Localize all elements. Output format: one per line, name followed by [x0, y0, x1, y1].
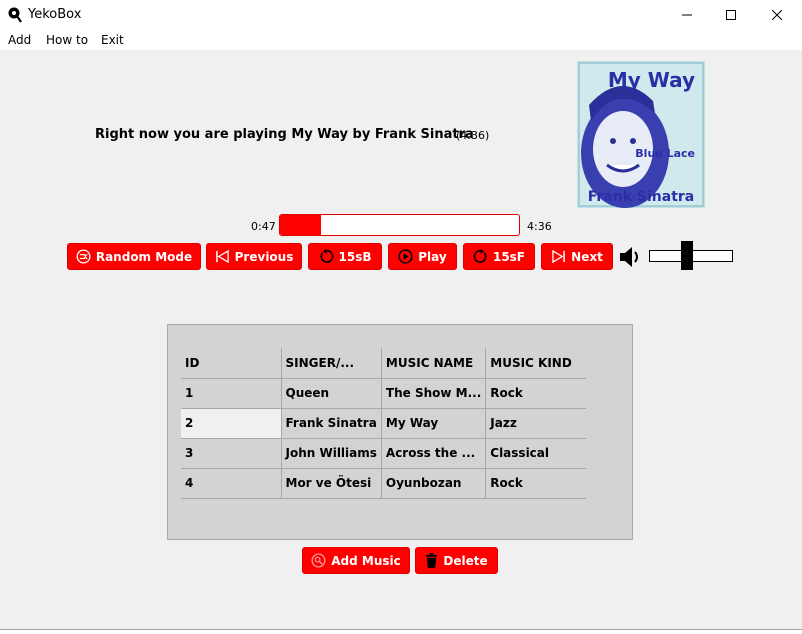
maximize-button[interactable] [708, 0, 754, 30]
minimize-icon [682, 14, 692, 16]
table-row[interactable]: 3 John Williams Across the ... Classical [181, 438, 586, 469]
play-icon [398, 249, 413, 264]
progress-bar[interactable] [279, 214, 520, 236]
current-time: 0:47 [251, 220, 276, 233]
table-cell-id-selected[interactable]: 2 [181, 408, 281, 439]
table-cell-singer[interactable]: Frank Sinatra [280, 408, 382, 439]
delete-label: Delete [443, 553, 488, 568]
menu-exit[interactable]: Exit [101, 33, 124, 47]
minimize-button[interactable] [664, 0, 710, 30]
table-row[interactable]: 2 Frank Sinatra My Way Jazz [181, 408, 586, 439]
skip-previous-icon [215, 250, 229, 263]
menu-add[interactable]: Add [8, 33, 31, 47]
table-cell-music-kind[interactable]: Jazz [485, 408, 586, 439]
random-mode-label: Random Mode [95, 249, 193, 264]
table-cell-music-name[interactable]: Across the ... [380, 438, 486, 469]
column-header-music-name[interactable]: MUSIC NAME [380, 348, 486, 379]
speaker-icon[interactable] [619, 245, 645, 269]
window-bottom-border [0, 629, 802, 630]
table-row[interactable]: 1 Queen The Show M... Rock [181, 378, 586, 409]
menu-how-to[interactable]: How to [46, 33, 88, 47]
next-button[interactable]: Next [541, 243, 613, 270]
close-icon [772, 10, 782, 20]
window-title: YekoBox [28, 7, 82, 22]
menu-bar: Add How to Exit [0, 30, 802, 50]
forward-15s-button[interactable]: 15sF [463, 243, 535, 270]
cover-artist: Frank Sinatra [588, 189, 695, 205]
table-cell-id[interactable]: 4 [181, 468, 281, 499]
table-cell-singer[interactable]: Mor ve Ötesi [280, 468, 382, 499]
forward-icon [473, 249, 487, 263]
previous-label: Previous [234, 249, 294, 264]
rewind-icon [320, 249, 333, 263]
add-music-icon [311, 553, 326, 568]
next-label: Next [571, 249, 603, 264]
total-time: 4:36 [527, 220, 552, 233]
table-cell-music-kind[interactable]: Classical [485, 438, 586, 469]
table-header-row: ID SINGER/... MUSIC NAME MUSIC KIND [181, 348, 586, 379]
table-cell-music-kind[interactable]: Rock [485, 378, 586, 409]
table-cell-music-name[interactable]: My Way [380, 408, 486, 439]
random-mode-button[interactable]: Random Mode [67, 243, 201, 270]
column-header-music-kind[interactable]: MUSIC KIND [485, 348, 586, 379]
previous-button[interactable]: Previous [206, 243, 302, 270]
album-cover: My Way Blue Lace Frank Sinatra [577, 61, 705, 208]
now-playing-duration: (4:36) [456, 129, 490, 142]
close-button[interactable] [754, 0, 800, 30]
table-cell-singer[interactable]: Queen [280, 378, 382, 409]
progress-fill [280, 215, 321, 235]
play-button[interactable]: Play [388, 243, 457, 270]
now-playing-text: Right now you are playing My Way by Fran… [95, 127, 474, 142]
column-header-singer[interactable]: SINGER/... [280, 348, 382, 379]
add-music-button[interactable]: Add Music [302, 547, 410, 574]
shuffle-icon [76, 249, 91, 264]
music-table: ID SINGER/... MUSIC NAME MUSIC KIND 1 Qu… [181, 348, 586, 499]
trash-icon [426, 553, 438, 568]
cover-subtitle: Blue Lace [635, 147, 695, 160]
table-cell-music-name[interactable]: Oyunbozan [380, 468, 486, 499]
play-label: Play [418, 249, 447, 264]
table-cell-music-kind[interactable]: Rock [485, 468, 586, 499]
delete-button[interactable]: Delete [415, 547, 498, 574]
rewind-15s-button[interactable]: 15sB [308, 243, 382, 270]
table-cell-singer[interactable]: John Williams [280, 438, 382, 469]
skip-next-icon [552, 250, 565, 263]
rewind-15s-label: 15sB [338, 249, 372, 264]
table-cell-music-name[interactable]: The Show M... [380, 378, 486, 409]
table-cell-id[interactable]: 3 [181, 438, 281, 469]
forward-15s-label: 15sF [492, 249, 526, 264]
maximize-icon [726, 10, 736, 20]
table-row[interactable]: 4 Mor ve Ötesi Oyunbozan Rock [181, 468, 586, 499]
cover-title: My Way [608, 68, 695, 92]
add-music-label: Add Music [331, 553, 401, 568]
table-cell-id[interactable]: 1 [181, 378, 281, 409]
volume-slider-handle[interactable] [681, 241, 694, 270]
app-icon [8, 7, 22, 23]
column-header-id[interactable]: ID [181, 348, 281, 379]
title-bar: YekoBox [0, 0, 802, 30]
